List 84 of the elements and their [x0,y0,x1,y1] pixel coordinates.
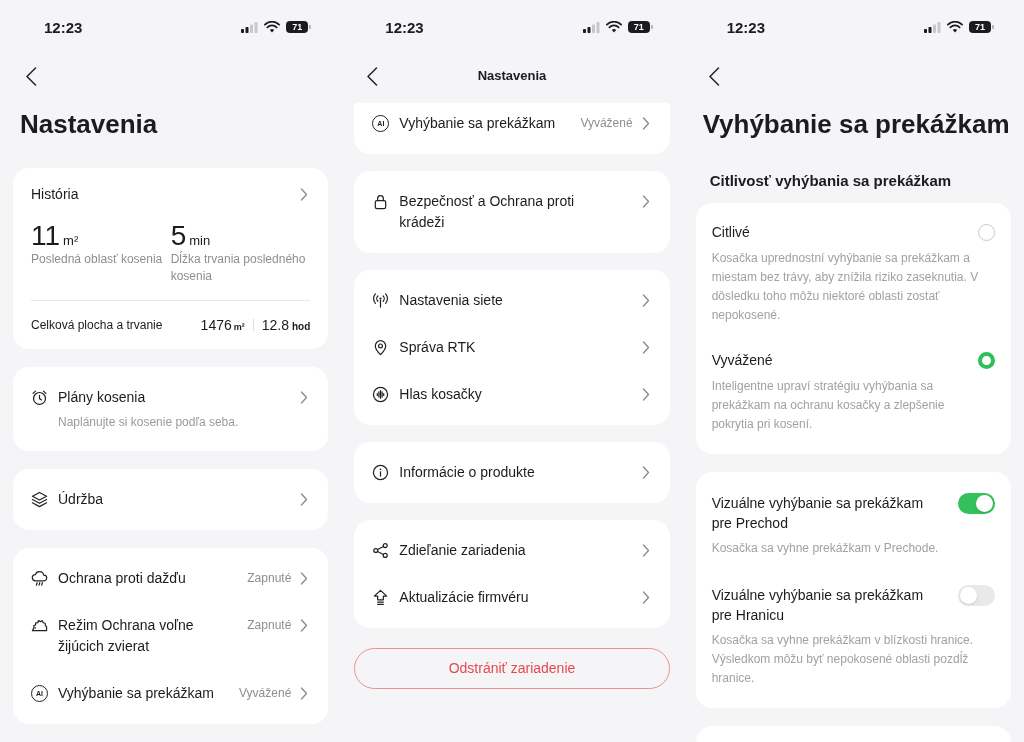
setting-label[interactable]: Údržba [58,489,248,510]
chevron-right-icon [300,391,309,404]
setting-label[interactable]: Režim Ochrana voľne žijúcich zvierat [58,615,238,657]
radio-button[interactable] [978,224,995,241]
total-value: 1476 [200,315,232,335]
chevron-right-icon [300,687,309,700]
hedgehog-icon [31,617,48,634]
battery-indicator: 71 [627,21,653,33]
toggle-description: Kosačka sa vyhne prekážkam v blízkosti hranice. Výsledkom môžu byť nepokosené oblasti pozdĺž hranice. [711,632,975,687]
setting-label[interactable]: Bezpečnosť a Ochrana proti krádeži [399,191,590,233]
total-unit: hod [292,319,311,334]
signal-icon [924,21,941,33]
wifi-icon [947,21,963,33]
screen-title: Nastavenia [477,67,547,86]
screen-title: Nastavenia [20,111,158,137]
wifi-icon [605,21,622,33]
option-label[interactable]: Vyvážené [711,350,773,371]
status-time: 12:23 [44,19,83,35]
setting-label[interactable]: Vyhýbanie sa prekážkam [58,683,230,704]
section-title: Citlivosť vyhýbania sa prekážkam [708,171,953,191]
screen-title: Vyhýbanie sa prekážkam [702,111,1010,137]
chevron-right-icon [641,195,650,208]
toggle-label: Vizuálne vyhýbanie sa prekážkam pre Hranicu [711,586,925,625]
option-description: Kosačka uprednostní vyhýbanie sa prekážkam a miestam bez trávy, aby znížila riziko zaseknutia. V dôsledku toho môžu niektoré oblasti zostať nepokosené. [711,250,980,324]
stat-unit: m² [63,232,79,250]
chevron-right-icon [641,466,650,479]
total-unit: m² [233,320,245,334]
setting-value: Vyvážené [239,685,292,702]
setting-description: Naplánujte si kosenie podľa seba. [58,414,240,431]
back-icon[interactable] [707,66,720,86]
stat-value: 5 [170,221,187,251]
setting-label[interactable]: Plány kosenia [58,387,248,408]
wifi-icon [264,21,281,33]
back-icon[interactable] [366,66,379,86]
chevron-right-icon [641,544,650,557]
setting-label[interactable]: Ochrana proti dažďu [58,568,238,589]
chevron-right-icon [641,591,650,604]
setting-label[interactable]: Nastavenia siete [399,290,590,311]
sound-wave-icon [372,386,390,403]
battery-indicator: 71 [286,21,312,33]
toggle-switch[interactable] [958,493,995,514]
toggle-label: Vizuálne vyhýbanie sa prekážkam pre Prechod [711,494,925,533]
toggle-description: Kosačka sa vyhne prekážkam v Prechode. [711,540,940,557]
layers-icon [31,491,48,508]
section-title[interactable]: História [31,183,79,205]
chevron-right-icon [300,572,309,585]
status-time: 12:23 [385,19,424,35]
share-icon [372,542,390,559]
stat-value: 11 [31,221,61,251]
chevron-right-icon [641,117,650,130]
setting-label[interactable]: Vyhýbanie sa prekážkam [399,113,571,134]
battery-indicator: 71 [969,21,994,33]
chevron-right-icon [300,493,309,506]
setting-label[interactable]: Aktualizácie firmvéru [399,587,590,608]
setting-value: Vyvážené [580,115,633,132]
back-icon[interactable] [25,66,37,86]
chevron-right-icon [641,341,650,354]
setting-label[interactable]: Hlas kosačky [399,384,590,405]
radio-button[interactable] [978,352,995,369]
chevron-right-icon [300,619,309,632]
setting-label[interactable]: Zdieľanie zariadenia [399,540,590,561]
chevron-right-icon [641,388,650,401]
chevron-right-icon [641,294,650,307]
setting-value: Zapnuté [247,570,292,587]
stat-unit: min [189,232,211,250]
status-time: 12:23 [726,19,766,35]
stat-label: Dĺžka trvania posledného kosenia [170,251,307,285]
setting-value: Zapnuté [247,617,292,634]
option-description: Inteligentne upraví stratégiu vyhýbania sa prekážkam na ochranu kosačky a zlepšenie pokrytia pri kosení. [711,378,946,433]
total-label: Celková plocha a trvanie [31,317,163,334]
alarm-clock-icon [31,389,48,406]
option-label[interactable]: Citlivé [711,222,750,243]
stat-label: Posledná oblasť kosenia [31,251,164,268]
setting-label[interactable]: Správa RTK [399,337,590,358]
chevron-right-icon [300,187,309,201]
rain-cloud-icon [31,570,48,587]
upload-icon [372,589,390,606]
setting-label[interactable]: Informácie o produkte [399,462,590,483]
info-icon [372,464,390,481]
signal-icon [241,21,259,33]
antenna-icon [372,292,390,309]
signal-icon [582,21,600,33]
total-value: 12.8 [261,315,289,335]
toggle-switch[interactable] [958,585,995,606]
